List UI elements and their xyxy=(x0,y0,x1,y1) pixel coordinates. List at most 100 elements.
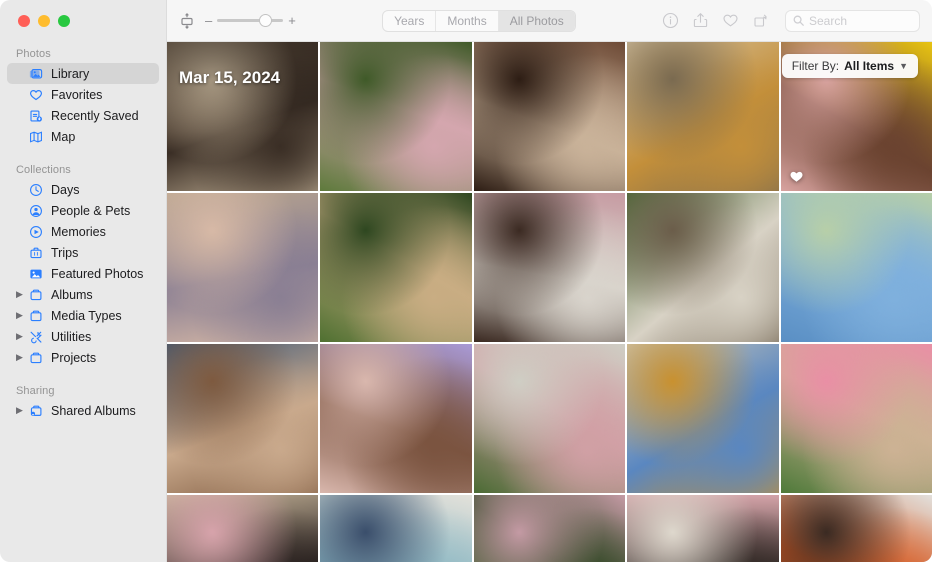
photo-thumbnail[interactable] xyxy=(780,495,932,562)
disclosure-triangle-icon[interactable]: ▶ xyxy=(16,353,29,362)
sidebar-item-map[interactable]: Map xyxy=(7,126,159,147)
photo-image xyxy=(780,193,932,342)
photo-icon xyxy=(29,267,48,281)
shared-album-icon xyxy=(29,404,48,418)
sidebar-item-people-pets[interactable]: People & Pets xyxy=(7,200,159,221)
photo-thumbnail[interactable] xyxy=(167,495,319,562)
photo-thumbnail[interactable] xyxy=(320,42,472,191)
view-mode-segmented-control[interactable]: Years Months All Photos xyxy=(382,9,576,32)
filter-by-button[interactable]: Filter By: All Items ▼ xyxy=(781,54,918,78)
search-field[interactable]: Search xyxy=(785,9,920,32)
photo-image xyxy=(167,495,319,562)
maximize-button[interactable] xyxy=(58,15,70,27)
sidebar-item-label: Days xyxy=(51,182,80,197)
search-placeholder: Search xyxy=(809,13,848,28)
photo-thumbnail[interactable] xyxy=(320,344,472,493)
disclosure-triangle-icon[interactable]: ▶ xyxy=(16,406,29,415)
sidebar-item-projects[interactable]: ▶ Projects xyxy=(7,347,159,368)
sidebar-item-featured-photos[interactable]: Featured Photos xyxy=(7,263,159,284)
sidebar-item-library[interactable]: Library xyxy=(7,63,159,84)
info-icon[interactable] xyxy=(662,12,679,29)
minimize-button[interactable] xyxy=(38,15,50,27)
sidebar-item-recently-saved[interactable]: Recently Saved xyxy=(7,105,159,126)
favorite-heart-icon[interactable] xyxy=(722,12,739,29)
photo-image xyxy=(320,42,472,191)
zoom-slider-knob[interactable] xyxy=(259,14,273,27)
filter-by-prefix: Filter By: xyxy=(791,59,840,73)
photo-thumbnail[interactable] xyxy=(627,42,779,191)
sidebar-item-shared-albums[interactable]: ▶ Shared Albums xyxy=(7,400,159,421)
close-button[interactable] xyxy=(18,15,30,27)
photo-thumbnail[interactable] xyxy=(627,193,779,342)
map-icon xyxy=(29,130,48,144)
library-icon xyxy=(29,67,48,81)
sidebar-item-trips[interactable]: Trips xyxy=(7,242,159,263)
sidebar-item-days[interactable]: Days xyxy=(7,179,159,200)
rotate-icon[interactable] xyxy=(752,12,769,29)
aspect-ratio-icon[interactable] xyxy=(179,12,195,29)
photo-thumbnail[interactable] xyxy=(473,42,626,191)
sidebar-item-memories[interactable]: Memories xyxy=(7,221,159,242)
photo-thumbnail[interactable] xyxy=(167,344,319,493)
sidebar-item-label: Projects xyxy=(51,350,97,365)
person-circle-icon xyxy=(29,204,48,218)
memories-icon xyxy=(29,225,48,239)
sidebar-item-label: Trips xyxy=(51,245,79,260)
photo-image xyxy=(627,42,779,191)
photo-thumbnail[interactable] xyxy=(167,193,319,342)
search-icon xyxy=(793,15,804,26)
sidebar-item-label: Memories xyxy=(51,224,106,239)
photo-thumbnail[interactable] xyxy=(473,495,626,562)
sidebar-item-media-types[interactable]: ▶ Media Types xyxy=(7,305,159,326)
sidebar-item-label: Library xyxy=(51,66,90,81)
photo-image xyxy=(320,495,472,562)
photo-image xyxy=(320,344,472,493)
traffic-lights xyxy=(0,0,166,42)
sidebar-item-label: People & Pets xyxy=(51,203,131,218)
sidebar-item-label: Favorites xyxy=(51,87,103,102)
photo-image xyxy=(627,344,779,493)
folder-icon xyxy=(29,288,48,302)
tab-all-photos[interactable]: All Photos xyxy=(498,10,575,31)
share-icon[interactable] xyxy=(692,12,709,29)
sidebar-item-utilities[interactable]: ▶ Utilities xyxy=(7,326,159,347)
suitcase-icon xyxy=(29,246,48,260)
tab-months[interactable]: Months xyxy=(436,10,499,31)
photo-thumbnail[interactable] xyxy=(780,344,932,493)
sidebar-list: Photos Library Favorites Recently Saved Map C… xyxy=(0,42,166,421)
photo-thumbnail[interactable] xyxy=(320,495,472,562)
photo-thumbnail[interactable]: Mar 15, 2024 xyxy=(167,42,319,191)
photo-thumbnail[interactable] xyxy=(627,344,779,493)
disclosure-triangle-icon[interactable]: ▶ xyxy=(16,332,29,341)
photo-image xyxy=(473,495,626,562)
sidebar-item-label: Shared Albums xyxy=(51,403,136,418)
photo-grid[interactable]: Mar 15, 2024 xyxy=(167,42,932,562)
folder-icon xyxy=(29,309,48,323)
photo-image xyxy=(780,344,932,493)
tab-years[interactable]: Years xyxy=(383,10,437,31)
photo-image xyxy=(627,495,779,562)
photo-thumbnail[interactable] xyxy=(627,495,779,562)
favorite-badge-icon xyxy=(789,169,804,184)
zoom-out-label[interactable]: – xyxy=(205,14,212,27)
sidebar-section-header: Photos xyxy=(16,48,51,60)
disclosure-triangle-icon[interactable]: ▶ xyxy=(16,290,29,299)
sidebar: Photos Library Favorites Recently Saved Map C… xyxy=(0,0,167,562)
sidebar-item-label: Albums xyxy=(51,287,93,302)
sidebar-item-favorites[interactable]: Favorites xyxy=(7,84,159,105)
photo-thumbnail[interactable] xyxy=(320,193,472,342)
photo-thumbnail[interactable] xyxy=(780,193,932,342)
toolbar-right-group: Search xyxy=(662,9,920,32)
zoom-slider[interactable]: – + xyxy=(205,14,296,27)
recently-saved-icon xyxy=(29,109,48,123)
photo-thumbnail[interactable] xyxy=(473,344,626,493)
photo-thumbnail[interactable] xyxy=(473,193,626,342)
zoom-slider-track[interactable] xyxy=(217,14,284,27)
zoom-in-label[interactable]: + xyxy=(288,14,296,27)
sidebar-item-albums[interactable]: ▶ Albums xyxy=(7,284,159,305)
toolbar-left-group: – + xyxy=(179,12,296,29)
disclosure-triangle-icon[interactable]: ▶ xyxy=(16,311,29,320)
sidebar-item-label: Media Types xyxy=(51,308,122,323)
